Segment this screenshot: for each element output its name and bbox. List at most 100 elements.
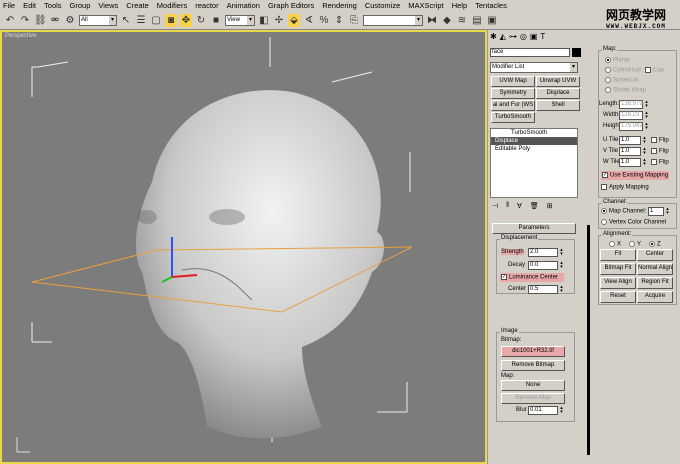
perspective-viewport[interactable]: Perspective [0, 30, 487, 464]
modifier-button[interactable]: Shell [536, 100, 580, 111]
remove-modifier-icon[interactable]: 🗑 [530, 202, 539, 210]
strength-spinner[interactable]: ▴ ▾ [559, 248, 564, 257]
decay-input[interactable]: 0.0 [528, 261, 558, 270]
region-fit-button[interactable]: Region Fit [637, 277, 673, 289]
tile-spinner[interactable]: ▴ ▾ [642, 158, 647, 167]
fit-button[interactable]: Fit [600, 249, 636, 261]
redo-icon[interactable]: ↷ [19, 14, 31, 27]
stack-item[interactable]: Editable Poly [491, 145, 577, 153]
normal-align-button[interactable]: Normal Align [637, 263, 673, 275]
percent-snap-icon[interactable]: % [318, 14, 330, 27]
modifier-button[interactable]: UVW Map [491, 76, 535, 87]
select-icon[interactable]: ↖ [120, 14, 132, 27]
rect-selection-icon[interactable]: ▢ [150, 14, 162, 27]
flip-checkbox[interactable]: Flip [651, 159, 669, 166]
menu-edit[interactable]: Edit [23, 0, 36, 11]
menu-reactor[interactable]: reactor [195, 0, 218, 11]
map-button[interactable]: None [501, 380, 565, 391]
display-tab-icon[interactable]: ▣ [530, 32, 538, 41]
menu-create[interactable]: Create [126, 0, 149, 11]
schematic-view-icon[interactable]: ▣ [486, 14, 498, 27]
rotate-icon[interactable]: ↻ [195, 14, 207, 27]
menu-customize[interactable]: Customize [365, 0, 400, 11]
unlink-icon[interactable]: ⚮ [49, 14, 61, 27]
menu-views[interactable]: Views [98, 0, 118, 11]
tile-input[interactable]: 1.0 [619, 147, 641, 156]
stack-item[interactable]: Displace [491, 137, 577, 145]
length-input[interactable]: 138.979 [619, 100, 643, 109]
menu-maxscript[interactable]: MAXScript [408, 0, 443, 11]
create-tab-icon[interactable]: ✱ [490, 32, 497, 41]
modifier-button[interactable]: Displace [536, 88, 580, 99]
reference-coord-dropdown[interactable]: View [225, 14, 255, 26]
modifier-button[interactable]: TurboSmooth [491, 112, 535, 123]
length-spinner[interactable]: ▴ ▾ [644, 100, 649, 109]
hierarchy-tab-icon[interactable]: ⊶ [509, 32, 517, 41]
spinner-snap-icon[interactable]: ⇕ [333, 14, 345, 27]
select-manipulate-icon[interactable]: ✢ [273, 14, 285, 27]
move-icon[interactable]: ✥ [180, 13, 192, 27]
modifier-list-dropdown[interactable]: Modifier List [490, 62, 578, 73]
angle-snap-icon[interactable]: ∢ [303, 14, 315, 27]
menu-tentacles[interactable]: Tentacles [475, 0, 507, 11]
menu-graph-editors[interactable]: Graph Editors [268, 0, 314, 11]
motion-tab-icon[interactable]: ◎ [520, 32, 527, 41]
parameters-rollout[interactable]: Parameters [492, 223, 576, 234]
mapping-type-radio[interactable]: Spherical [605, 77, 638, 84]
window-crossing-icon[interactable]: ◙ [165, 13, 177, 27]
menu-modifiers[interactable]: Modifiers [157, 0, 187, 11]
edit-named-selection-icon[interactable]: ⎘ [348, 14, 360, 27]
remove-map-button[interactable]: Remove Map [501, 393, 565, 404]
axis-radio-x[interactable]: X [609, 241, 621, 248]
named-selection-dropdown[interactable] [363, 14, 423, 26]
vertex-color-radio[interactable]: Vertex Color Channel [601, 219, 666, 226]
decay-spinner[interactable]: ▴ ▾ [559, 261, 564, 270]
mapping-type-radio[interactable]: Shrink Wrap [605, 87, 646, 94]
undo-icon[interactable]: ↶ [4, 14, 16, 27]
utilities-tab-icon[interactable]: T [540, 32, 545, 41]
object-color-swatch[interactable] [572, 48, 581, 57]
curve-editor-icon[interactable]: ▤ [471, 14, 483, 27]
menu-rendering[interactable]: Rendering [322, 0, 357, 11]
menu-tools[interactable]: Tools [44, 0, 62, 11]
viewport-label[interactable]: Perspective [5, 33, 36, 39]
cap-checkbox[interactable]: Cap [645, 67, 664, 74]
modify-tab-icon[interactable]: ◭ [500, 32, 506, 41]
width-spinner[interactable]: ▴ ▾ [644, 111, 649, 120]
show-end-result-icon[interactable]: ‖ [506, 202, 509, 210]
map-channel-input[interactable]: 1 [648, 207, 664, 216]
axis-radio-y[interactable]: Y [629, 241, 641, 248]
menu-animation[interactable]: Animation [227, 0, 260, 11]
bind-spacewarp-icon[interactable]: ⚙ [64, 14, 76, 27]
align-icon[interactable]: ◆ [441, 14, 453, 27]
configure-sets-icon[interactable]: ⊞ [547, 202, 553, 210]
luminance-center-checkbox[interactable]: ✓ Luminance Center [500, 273, 564, 282]
blur-spinner[interactable]: ▴ ▾ [559, 406, 564, 415]
object-name-input[interactable]: face [490, 48, 570, 57]
tile-input[interactable]: 1.0 [619, 136, 641, 145]
mapping-type-radio[interactable]: Cylindrical [605, 67, 641, 74]
view-align-button[interactable]: View Align [600, 277, 636, 289]
reset-button[interactable]: Reset [600, 291, 636, 303]
blur-input[interactable]: 0.01 [528, 406, 558, 415]
modifier-button[interactable]: ai and Fur (WS [491, 100, 535, 111]
remove-bitmap-button[interactable]: Remove Bitmap [501, 360, 565, 371]
apply-mapping-checkbox[interactable]: Apply Mapping [601, 184, 649, 191]
height-spinner[interactable]: ▴ ▾ [644, 122, 649, 131]
mapping-type-radio[interactable]: Planar [605, 57, 630, 64]
select-by-name-icon[interactable]: ☰ [135, 14, 147, 27]
map-channel-spinner[interactable]: ▴ ▾ [665, 207, 670, 216]
flip-checkbox[interactable]: Flip [651, 148, 669, 155]
width-input[interactable]: 126.23 [619, 111, 643, 120]
center-spinner[interactable]: ▴ ▾ [559, 285, 564, 294]
menu-group[interactable]: Group [70, 0, 91, 11]
acquire-button[interactable]: Acquire [637, 291, 673, 303]
center-input[interactable]: 0.5 [528, 285, 558, 294]
selection-filter-dropdown[interactable]: All [79, 14, 117, 26]
modifier-button[interactable]: Unwrap UVW [536, 76, 580, 87]
bitmap-fit-button[interactable]: Bitmap Fit [600, 263, 636, 275]
use-existing-mapping-checkbox[interactable]: ✓ Use Existing Mapping [601, 171, 669, 180]
pin-stack-icon[interactable]: ⊣ [492, 202, 498, 210]
pivot-center-icon[interactable]: ◧ [258, 14, 270, 27]
mirror-icon[interactable]: ⧓ [426, 14, 438, 27]
